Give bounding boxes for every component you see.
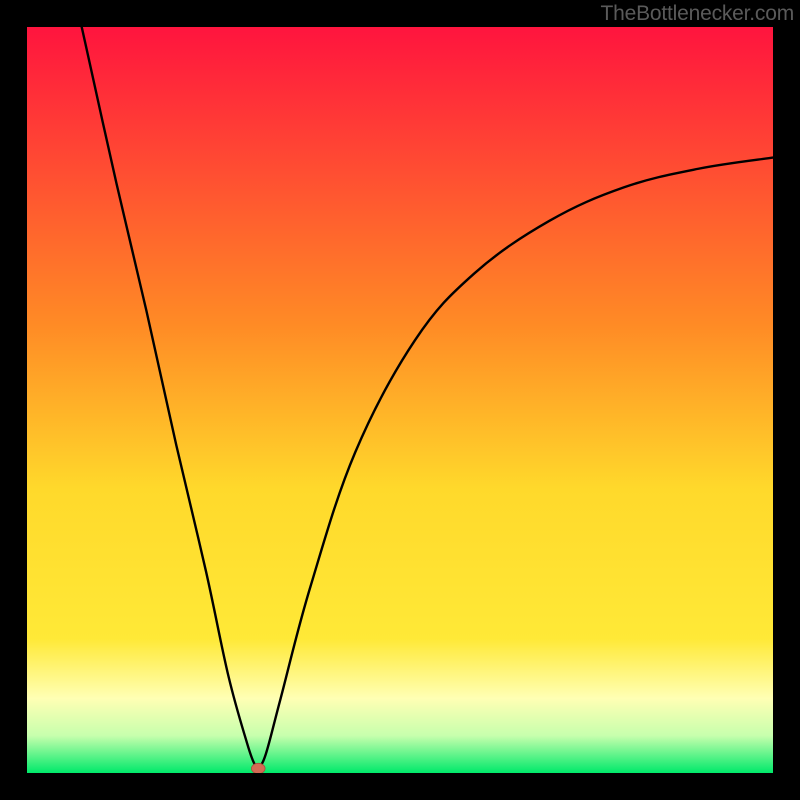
gradient-background <box>27 27 773 773</box>
watermark-text: TheBottlenecker.com <box>601 2 794 26</box>
chart-frame: TheBottlenecker.com <box>0 0 800 800</box>
optimal-point-marker <box>251 763 265 773</box>
chart-svg <box>27 27 773 773</box>
plot-area <box>27 27 773 773</box>
